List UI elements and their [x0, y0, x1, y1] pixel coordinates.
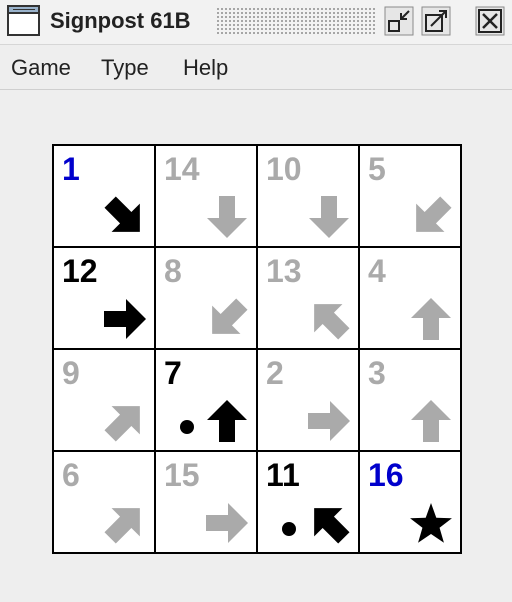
board-cell[interactable]: 10: [258, 146, 358, 246]
board-cell[interactable]: 4: [360, 248, 460, 348]
arrow-down-icon: [207, 196, 247, 238]
arrow-up-right-icon: [104, 508, 140, 544]
arrow-up-right-icon: [104, 406, 140, 442]
board-cell[interactable]: 3: [360, 350, 460, 450]
cell-number: 8: [164, 253, 182, 289]
board-cell[interactable]: 1: [54, 146, 154, 246]
cell-number: 12: [62, 253, 98, 289]
menu-help[interactable]: Help: [183, 55, 228, 81]
cell-number: 11: [266, 457, 300, 493]
arrow-down-left-icon: [416, 196, 452, 232]
cell-number: 4: [368, 253, 386, 289]
arrow-right-icon: [104, 299, 146, 339]
board-cell[interactable]: 5: [360, 146, 460, 246]
maximize-icon[interactable]: [421, 6, 451, 36]
board-cell[interactable]: 6: [54, 452, 154, 552]
board-cell[interactable]: 14: [156, 146, 256, 246]
cell-number: 1: [62, 151, 80, 187]
cell-number: 13: [266, 253, 302, 289]
cell-number: 10: [266, 151, 302, 187]
cell-number: 9: [62, 355, 80, 391]
board-cell[interactable]: 2: [258, 350, 358, 450]
link-dot-icon: [282, 522, 296, 536]
menu-game[interactable]: Game: [11, 55, 71, 81]
menu-bar: Game Type Help: [0, 45, 512, 90]
board-cell[interactable]: 16: [360, 452, 460, 552]
arrow-right-icon: [206, 503, 248, 543]
title-bar: Signpost 61B: [0, 0, 512, 45]
arrow-down-left-icon: [212, 298, 248, 334]
arrow-up-icon: [207, 400, 247, 442]
arrow-down-icon: [309, 196, 349, 238]
board-cell[interactable]: 7: [156, 350, 256, 450]
cell-number: 7: [164, 355, 182, 391]
cell-number: 14: [164, 151, 200, 187]
close-icon[interactable]: [475, 6, 505, 36]
arrow-right-icon: [308, 401, 350, 441]
cell-number: 3: [368, 355, 386, 391]
app-window-icon: [7, 5, 40, 36]
arrow-up-icon: [411, 400, 451, 442]
arrow-up-icon: [411, 298, 451, 340]
puzzle-board: 1 14 10 5 12 8 13 4 9 7 2 3 6 15 11 16: [52, 144, 462, 554]
puzzle-grid: 1 14 10 5 12 8 13 4 9 7 2 3 6 15 11 16: [52, 144, 462, 554]
title-drag-area[interactable]: [216, 7, 376, 35]
board-cell[interactable]: 8: [156, 248, 256, 348]
board-cell[interactable]: 11: [258, 452, 358, 552]
board-cell[interactable]: 12: [54, 248, 154, 348]
cell-number: 2: [266, 355, 284, 391]
cell-number: 16: [368, 457, 404, 493]
menu-type[interactable]: Type: [101, 55, 149, 81]
cell-number: 5: [368, 151, 386, 187]
star-icon: [410, 503, 452, 543]
cell-number: 6: [62, 457, 80, 493]
cell-number: 15: [164, 457, 200, 493]
arrow-up-left-icon: [314, 508, 350, 544]
board-cell[interactable]: 9: [54, 350, 154, 450]
arrow-down-right-icon: [104, 196, 140, 232]
minimize-icon[interactable]: [384, 6, 414, 36]
board-cell[interactable]: 15: [156, 452, 256, 552]
arrow-up-left-icon: [314, 304, 350, 340]
window-title: Signpost 61B: [50, 8, 191, 33]
board-cell[interactable]: 13: [258, 248, 358, 348]
link-dot-icon: [180, 420, 194, 434]
